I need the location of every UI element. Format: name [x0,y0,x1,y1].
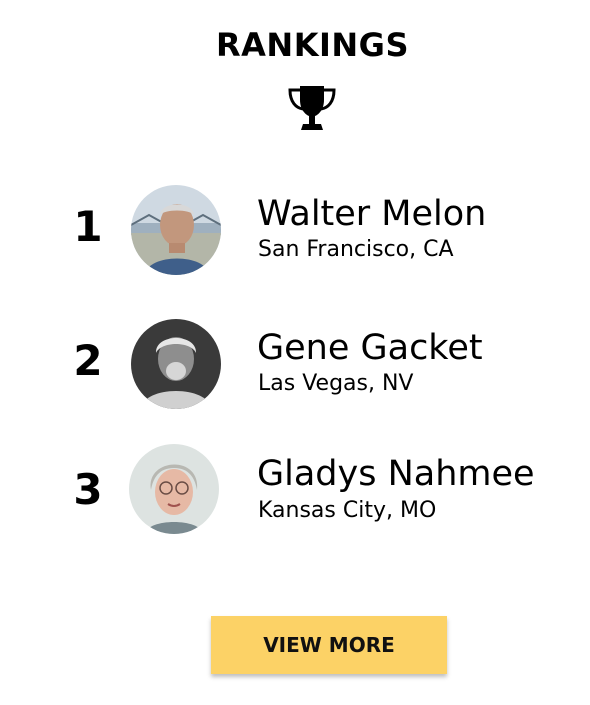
avatar [129,444,219,534]
player-name: Gladys Nahmee [257,454,535,494]
rank-number: 1 [73,202,103,251]
player-location: Las Vegas, NV [258,371,414,396]
ranking-row: 1 Walter Melon San Francisco, CA [0,180,590,280]
rank-number: 3 [73,465,103,514]
player-location: Kansas City, MO [258,498,437,523]
ranking-row: 3 Gladys Nahmee Kansas City, MO [0,441,590,541]
rank-number: 2 [73,336,103,385]
player-location: San Francisco, CA [258,237,454,262]
avatar [131,185,221,275]
avatar [131,319,221,409]
player-name: Walter Melon [257,194,487,234]
ranking-row: 2 Gene Gacket Las Vegas, NV [0,314,590,414]
page-title: RANKINGS [216,26,409,64]
player-name: Gene Gacket [257,328,483,368]
view-more-button[interactable]: VIEW MORE [211,616,447,674]
trophy-icon [284,80,340,136]
